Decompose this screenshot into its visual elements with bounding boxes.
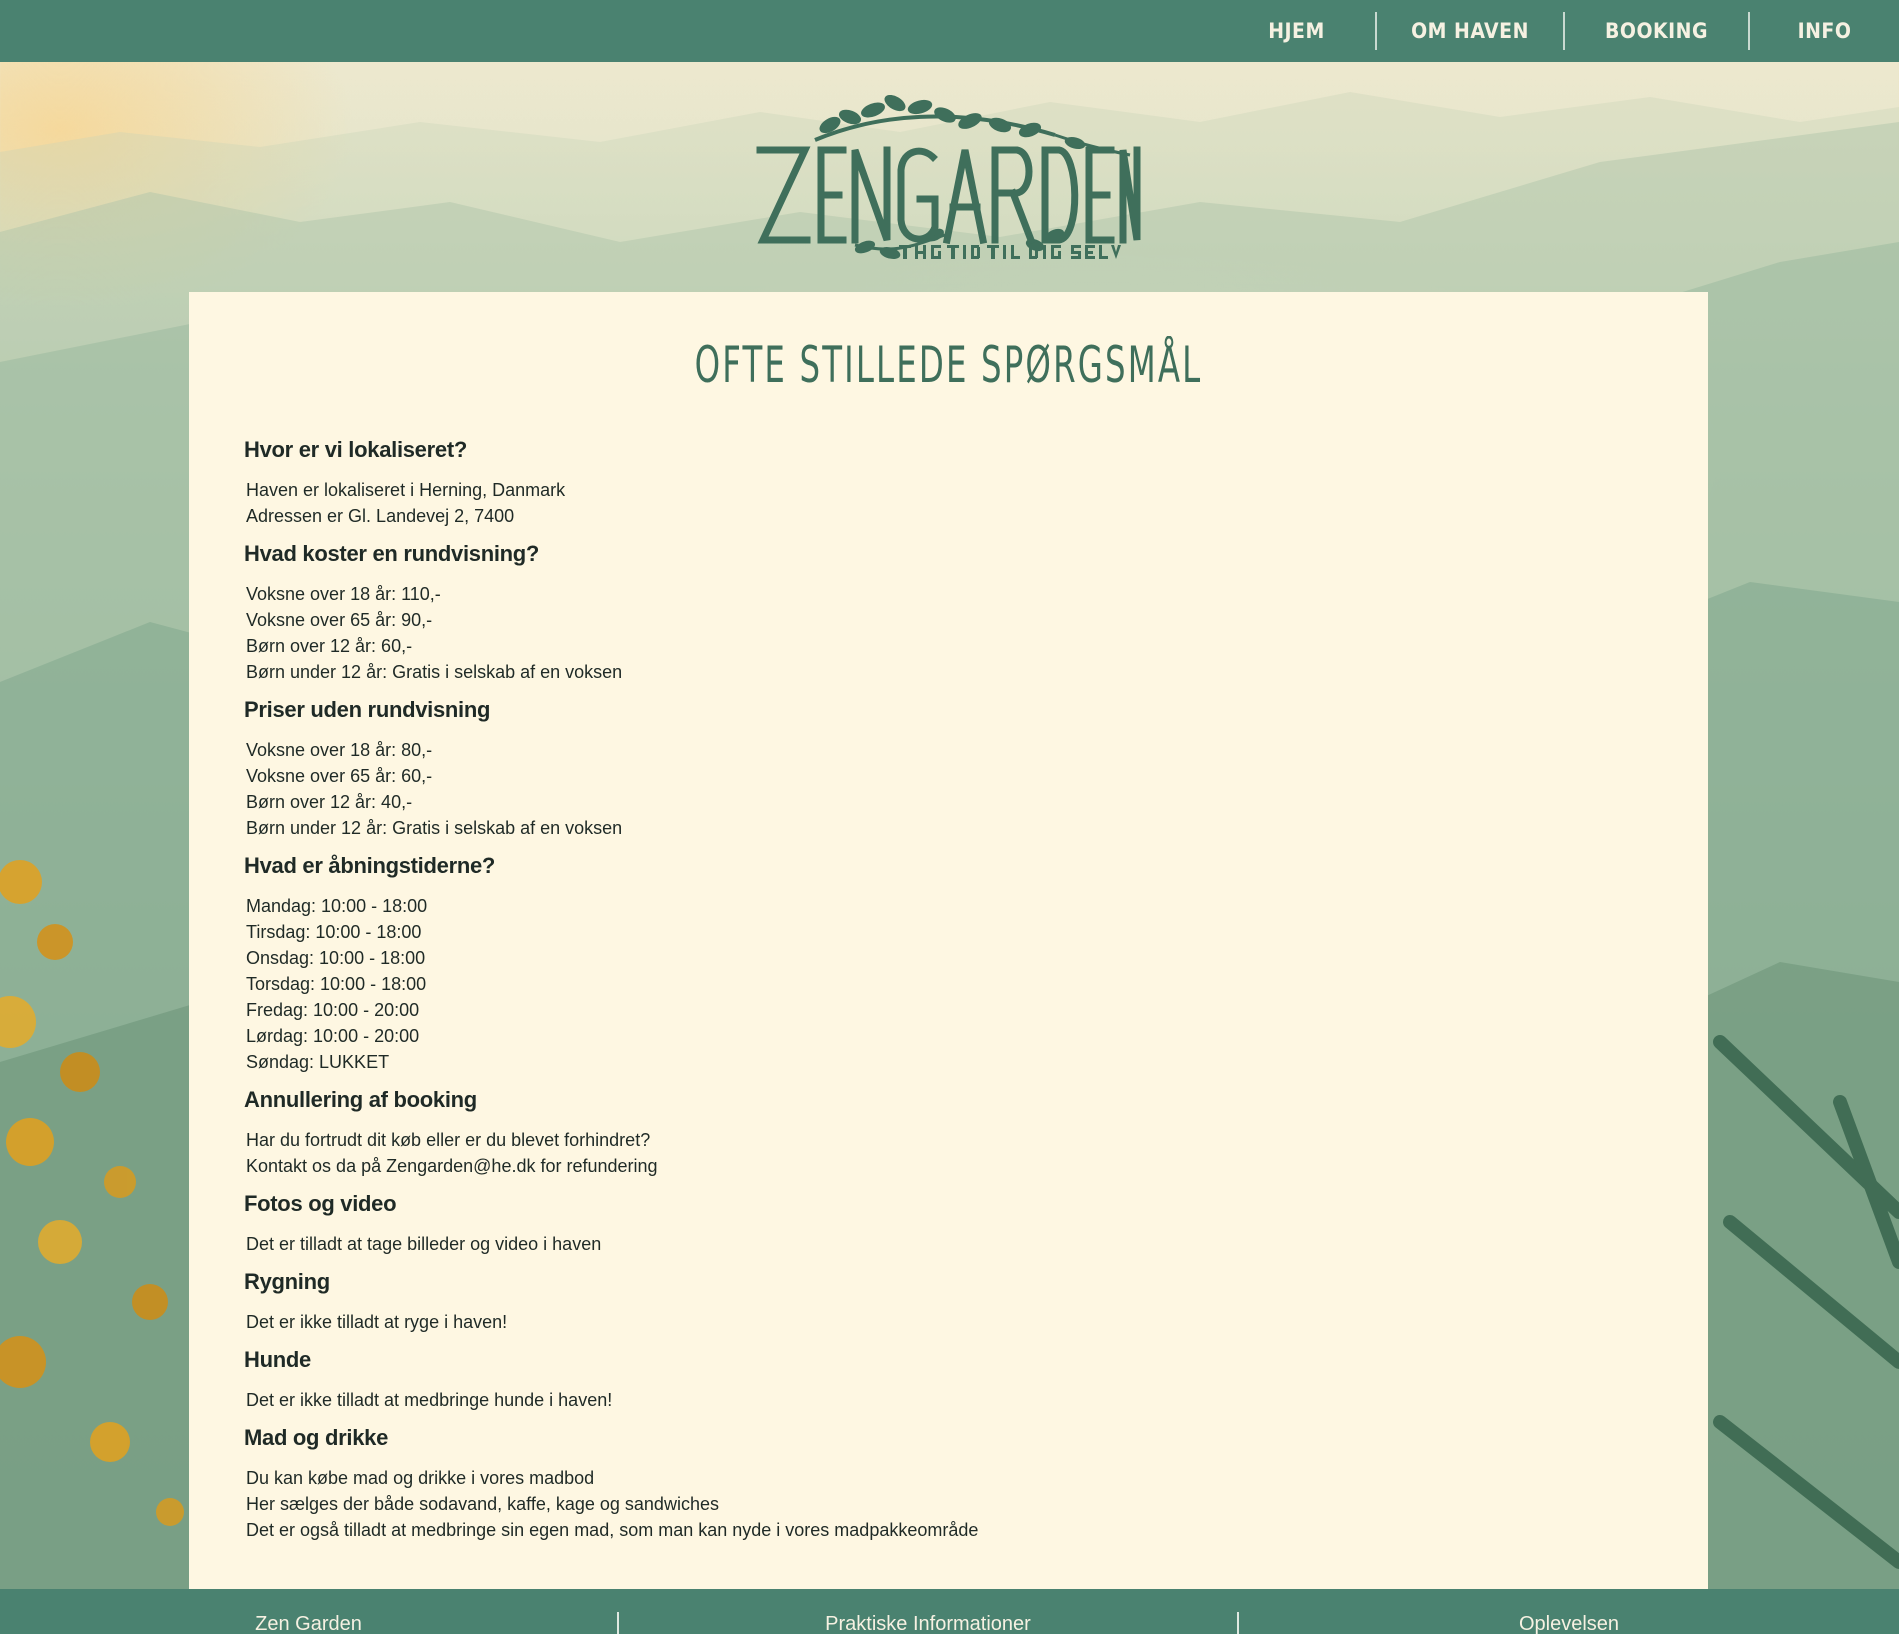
faq-answer-line: Det er tilladt at tage billeder og video… (246, 1234, 602, 1254)
nav-divider (1563, 12, 1565, 50)
faq-question: Priser uden rundvisning (244, 697, 491, 722)
faq-question: Hvor er vi lokaliseret? (244, 437, 467, 462)
faq-answer-line: Mandag: 10:00 - 18:00 (246, 896, 428, 916)
faq-question: Hvad er åbningstiderne? (244, 853, 496, 878)
faq-answer-line: Fredag: 10:00 - 20:00 (246, 1000, 420, 1020)
page-title: OFTE STILLEDE SPØRGSMÅL (694, 336, 1203, 394)
nav-divider (1375, 12, 1377, 50)
faq-answer-line: Adressen er Gl. Landevej 2, 7400 (246, 506, 515, 526)
nav-link-info[interactable]: INFO (1750, 12, 1899, 50)
faq-panel: OFTE STILLEDE SPØRGSMÅL Hvor er vi lokal… (189, 292, 1708, 1589)
faq-question: Hunde (244, 1347, 311, 1372)
faq-item: Priser uden rundvisning Voksne over 18 år… (244, 697, 1644, 841)
faq-item: Hvad koster en rundvisning? Voksne over 1… (244, 541, 1644, 685)
faq-answer-line: Her sælges der både sodavand, kaffe, kag… (246, 1494, 719, 1514)
faq-question: Hvad koster en rundvisning? (244, 541, 540, 566)
top-navigation-bar: HJEM OM HAVEN BOOKING INFO (0, 0, 1899, 62)
footer-link-praktiske-informationer[interactable]: Praktiske Informationer (619, 1589, 1237, 1634)
faq-answer-line: Onsdag: 10:00 - 18:00 (246, 948, 426, 968)
faq-answer-line: Det er ikke tilladt at ryge i haven! (246, 1312, 508, 1332)
faq-item: Hvor er vi lokaliseret? Haven er lokalise… (244, 437, 1644, 529)
faq-answer-line: Voksne over 65 år: 90,- (246, 610, 433, 630)
faq-item: Rygning Det er ikke tilladt at ryge i hav… (244, 1269, 1644, 1335)
faq-question: Fotos og video (244, 1191, 397, 1216)
faq-answer-line: Voksne over 18 år: 80,- (246, 740, 433, 760)
footer-link-zen-garden[interactable]: Zen Garden (0, 1589, 617, 1634)
nav-link-om-haven[interactable]: OM HAVEN (1377, 12, 1563, 50)
nav-links: HJEM OM HAVEN BOOKING INFO (1218, 0, 1899, 62)
zengarden-logo[interactable] (755, 95, 1145, 265)
nav-divider (1748, 12, 1750, 50)
faq-answer-line: Søndag: LUKKET (246, 1052, 390, 1072)
faq-answer-line: Voksne over 18 år: 110,- (246, 584, 441, 604)
footer-link-oplevelsen[interactable]: Oplevelsen (1239, 1589, 1899, 1634)
faq-answer-line: Det er også tilladt at medbringe sin ege… (246, 1520, 979, 1540)
faq-answer-line: Du kan købe mad og drikke i vores madbod (246, 1468, 595, 1488)
faq-answer-line: Haven er lokaliseret i Herning, Danmark (246, 480, 566, 500)
faq-list: Hvor er vi lokaliseret? Haven er lokalise… (244, 437, 1644, 1555)
faq-answer-line: Lørdag: 10:00 - 20:00 (246, 1026, 420, 1046)
faq-question: Annullering af booking (244, 1087, 477, 1112)
faq-answer-line: Børn under 12 år: Gratis i selskab af en… (246, 662, 623, 682)
faq-item: Hunde Det er ikke tilladt at medbringe hu… (244, 1347, 1644, 1413)
faq-item: Hvad er åbningstiderne? Mandag: 10:00 - 1… (244, 853, 1644, 1075)
faq-answer-line: Torsdag: 10:00 - 18:00 (246, 974, 427, 994)
faq-answer-line: Børn over 12 år: 60,- (246, 636, 413, 656)
faq-answer-line: Tirsdag: 10:00 - 18:00 (246, 922, 422, 942)
footer-bar: Zen Garden Praktiske Informationer Oplev… (0, 1589, 1899, 1634)
faq-answer-line: Har du fortrudt dit køb eller er du blev… (246, 1130, 651, 1150)
nav-link-booking[interactable]: BOOKING (1565, 12, 1748, 50)
faq-answer-line: Børn under 12 år: Gratis i selskab af en… (246, 818, 623, 838)
faq-answer-line: Det er ikke tilladt at medbringe hunde i… (246, 1390, 613, 1410)
faq-answer-line: Børn over 12 år: 40,- (246, 792, 413, 812)
faq-item: Mad og drikke Du kan købe mad og drikke i… (244, 1425, 1644, 1543)
nav-link-hjem[interactable]: HJEM (1218, 12, 1375, 50)
faq-item: Annullering af booking Har du fortrudt di… (244, 1087, 1644, 1179)
faq-question: Rygning (244, 1269, 330, 1294)
faq-answer-line: Voksne over 65 år: 60,- (246, 766, 433, 786)
faq-answer-line: Kontakt os da på Zengarden@he.dk for ref… (246, 1156, 658, 1176)
faq-item: Fotos og video Det er tilladt at tage bil… (244, 1191, 1644, 1257)
faq-question: Mad og drikke (244, 1425, 389, 1450)
